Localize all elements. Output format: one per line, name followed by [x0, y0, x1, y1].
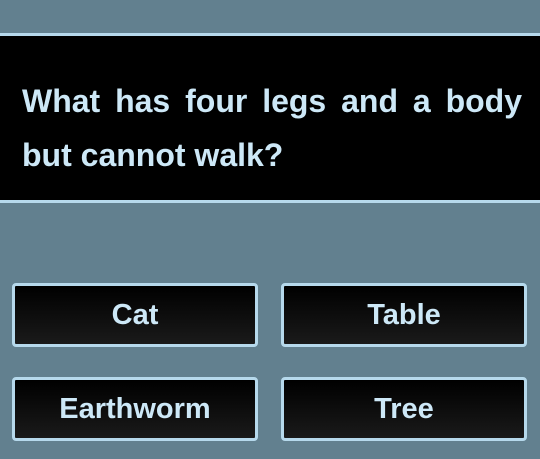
answer-button-table[interactable]: Table: [281, 283, 527, 347]
answer-button-cat[interactable]: Cat: [12, 283, 258, 347]
question-panel: What has four legs and a body but cannot…: [0, 33, 540, 203]
answer-button-tree[interactable]: Tree: [281, 377, 527, 441]
question-text: What has four legs and a body but cannot…: [22, 83, 522, 173]
answer-label: Earthworm: [59, 392, 211, 425]
answer-button-earthworm[interactable]: Earthworm: [12, 377, 258, 441]
answer-label: Cat: [111, 298, 159, 331]
answer-label: Table: [367, 298, 441, 331]
answer-label: Tree: [374, 392, 434, 425]
